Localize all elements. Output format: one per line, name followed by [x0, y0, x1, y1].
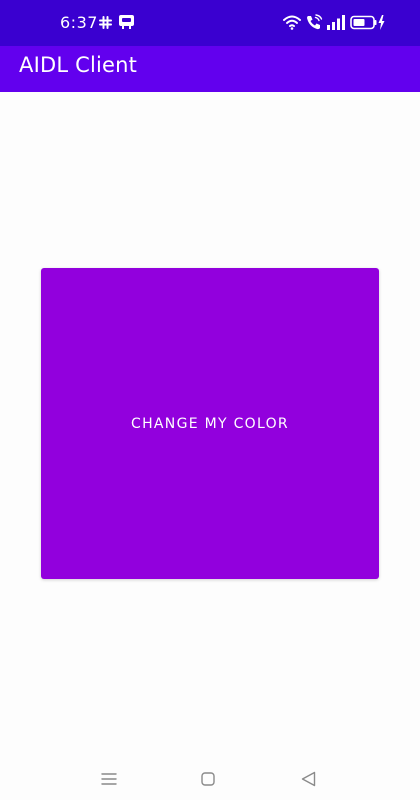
back-icon[interactable] [301, 771, 316, 787]
signal-icon [327, 15, 345, 30]
app-title: AIDL Client [19, 53, 138, 77]
wifi-calling-icon [307, 14, 323, 30]
slack-icon [99, 16, 112, 29]
app-bar: AIDL Client [0, 46, 420, 92]
status-bar: 6:37 [0, 0, 420, 46]
status-time: 6:37 [60, 13, 98, 32]
notification-icon [119, 15, 134, 29]
menu-icon[interactable] [101, 772, 117, 786]
wifi-icon [283, 15, 301, 30]
home-icon[interactable] [201, 772, 215, 786]
navigation-bar [0, 760, 420, 800]
change-color-button[interactable]: CHANGE MY COLOR [41, 268, 379, 579]
battery-charging-icon [350, 15, 385, 30]
